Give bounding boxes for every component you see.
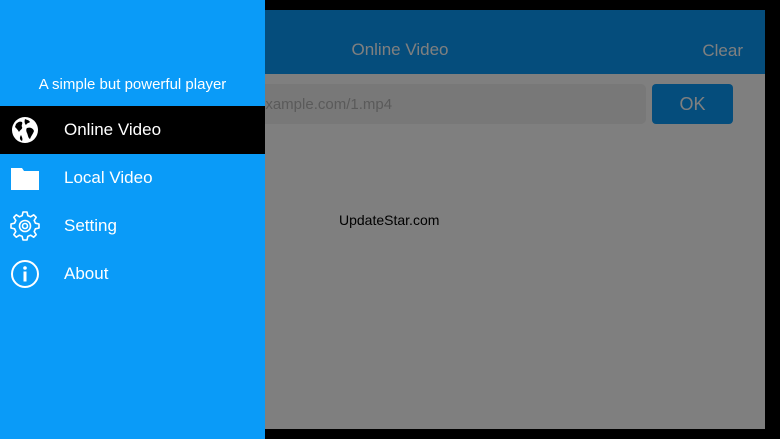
drawer-tagline: A simple but powerful player: [38, 76, 227, 93]
screen: Online Video Clear OK UpdateStar.com A s…: [0, 0, 780, 439]
watermark-text: UpdateStar.com: [339, 212, 440, 228]
folder-icon: [10, 163, 40, 193]
globe-icon: [10, 115, 40, 145]
menu-item-online-video[interactable]: Online Video: [0, 106, 265, 154]
menu-item-setting[interactable]: Setting: [0, 202, 265, 250]
side-drawer: A simple but powerful player Online Vide…: [0, 0, 265, 439]
menu-item-label: About: [64, 264, 109, 283]
gear-icon: [10, 211, 40, 241]
menu-item-local-video[interactable]: Local Video: [0, 154, 265, 202]
menu-item-label: Setting: [64, 216, 117, 235]
info-icon: [10, 259, 40, 289]
menu-item-about[interactable]: About: [0, 250, 265, 298]
menu-item-label: Local Video: [64, 168, 153, 187]
menu-item-label: Online Video: [64, 120, 162, 139]
drawer-menu: Online Video Local Video Setting About: [0, 106, 265, 298]
